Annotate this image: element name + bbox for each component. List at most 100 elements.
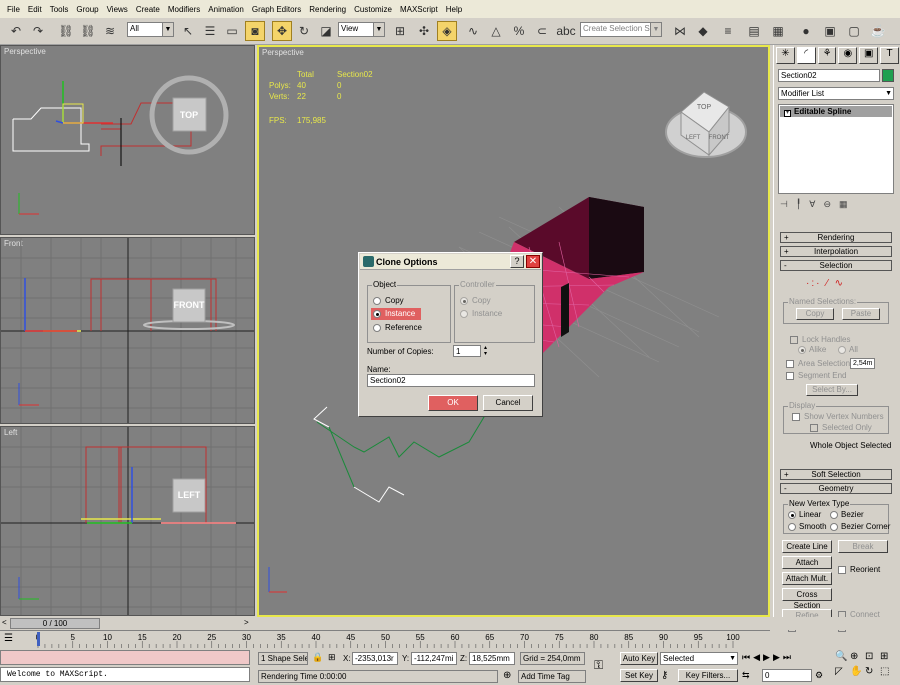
- rollout-soft-selection[interactable]: + Soft Selection: [780, 469, 892, 480]
- alike-radio[interactable]: [798, 346, 806, 354]
- z-coord-field[interactable]: 18,525mm: [469, 652, 515, 665]
- named-selection-input[interactable]: Create Selection Se ▼: [580, 22, 662, 37]
- pin-stack-icon[interactable]: ⊣: [780, 199, 788, 213]
- show-end-result-icon[interactable]: ╿: [796, 199, 801, 213]
- spinner-arrows-icon[interactable]: ▴ ▾: [481, 345, 490, 357]
- key-filter-dropdown[interactable]: Selected ▼: [660, 652, 738, 665]
- copies-spinner[interactable]: 1: [453, 345, 481, 357]
- create-tab-icon[interactable]: ✳: [776, 47, 795, 64]
- close-button[interactable]: ✕: [526, 255, 540, 268]
- set-key-mode-icon[interactable]: ⚿: [594, 658, 603, 673]
- percent-snap-icon[interactable]: %: [509, 21, 529, 41]
- smooth-radio[interactable]: [788, 523, 796, 531]
- edit-named-selection-icon[interactable]: abc: [556, 21, 576, 41]
- ok-button[interactable]: OK: [428, 395, 478, 411]
- cross-section-button[interactable]: Cross Section: [782, 588, 832, 610]
- menu-create[interactable]: Create: [132, 5, 164, 14]
- instance-radio[interactable]: [373, 310, 381, 318]
- segment-end-checkbox[interactable]: [786, 372, 794, 380]
- auto-key-button[interactable]: Auto Key: [620, 652, 658, 665]
- menu-graph-editors[interactable]: Graph Editors: [248, 5, 305, 14]
- bind-spacewarp-icon[interactable]: ≋: [100, 21, 120, 41]
- spinner-snap-icon[interactable]: ⊂: [532, 21, 552, 41]
- previous-frame-icon[interactable]: ◀: [753, 652, 760, 663]
- lock-selection-icon[interactable]: 🔒: [312, 652, 323, 663]
- snaps-3d-icon[interactable]: ∿: [463, 21, 483, 41]
- copy-radio[interactable]: [373, 297, 381, 305]
- motion-tab-icon[interactable]: ◉: [838, 47, 858, 64]
- play-icon[interactable]: ▶: [763, 652, 770, 663]
- time-cursor[interactable]: [37, 632, 40, 646]
- menu-group[interactable]: Group: [72, 5, 102, 14]
- go-to-start-icon[interactable]: ⏮: [742, 652, 750, 663]
- curve-editor-icon[interactable]: ▤: [744, 21, 764, 41]
- utilities-tab-icon[interactable]: T: [880, 47, 899, 64]
- x-coord-field[interactable]: -2353,013r: [352, 652, 398, 665]
- menu-views[interactable]: Views: [103, 5, 132, 14]
- mirror-icon[interactable]: ⋈: [670, 21, 690, 41]
- modify-tab-icon[interactable]: ◜: [796, 47, 816, 64]
- create-line-button[interactable]: Create Line: [782, 540, 832, 553]
- cancel-button[interactable]: Cancel: [483, 395, 533, 411]
- selected-only-checkbox[interactable]: [810, 424, 818, 432]
- window-crossing-icon[interactable]: ◙: [245, 21, 265, 41]
- layer-manager-icon[interactable]: ≡: [718, 21, 738, 41]
- menu-file[interactable]: File: [3, 5, 24, 14]
- key-filters-button[interactable]: Key Filters...: [678, 669, 738, 682]
- controller-instance-radio[interactable]: [460, 310, 468, 318]
- modifier-list-dropdown[interactable]: Modifier List ▼: [778, 87, 894, 100]
- display-tab-icon[interactable]: ▣: [859, 47, 879, 64]
- rollout-selection[interactable]: - Selection: [780, 260, 892, 271]
- link-icon[interactable]: ⛓: [56, 21, 76, 41]
- make-unique-icon[interactable]: ∀: [809, 199, 815, 213]
- y-coord-field[interactable]: -112,247mi: [411, 652, 457, 665]
- configure-sets-icon[interactable]: ▦: [839, 199, 848, 213]
- break-button[interactable]: Break: [838, 540, 888, 553]
- material-editor-icon[interactable]: ●: [796, 21, 816, 41]
- select-by-name-icon[interactable]: ☰: [200, 21, 220, 41]
- rollout-geometry[interactable]: - Geometry: [780, 483, 892, 494]
- controller-copy-radio[interactable]: [460, 297, 468, 305]
- menu-modifiers[interactable]: Modifiers: [164, 5, 204, 14]
- angle-snap-icon[interactable]: △: [486, 21, 506, 41]
- current-frame-field[interactable]: 0: [762, 669, 812, 682]
- next-frame-icon[interactable]: ▶: [773, 652, 780, 663]
- paste-selection-button[interactable]: Paste: [842, 308, 880, 320]
- rollout-rendering[interactable]: + Rendering: [780, 232, 892, 243]
- copy-selection-button[interactable]: Copy: [796, 308, 834, 320]
- viewport-front[interactable]: Front FRONT: [0, 237, 255, 424]
- time-config-icon[interactable]: ⚙: [815, 670, 823, 681]
- menu-tools[interactable]: Tools: [46, 5, 73, 14]
- time-tag-icon[interactable]: ⊕: [503, 670, 511, 681]
- select-object-icon[interactable]: ↖: [178, 21, 198, 41]
- orbit-icon[interactable]: ↻: [865, 666, 880, 681]
- bezier-corner-radio[interactable]: [830, 523, 838, 531]
- select-by-button[interactable]: Select By...: [806, 384, 858, 396]
- maximize-viewport-icon[interactable]: ⬚: [880, 666, 895, 681]
- pan-icon[interactable]: ✋: [850, 666, 865, 681]
- menu-maxscript[interactable]: MAXScript: [396, 5, 442, 14]
- absolute-mode-icon[interactable]: ⊞: [328, 652, 336, 663]
- menu-customize[interactable]: Customize: [350, 5, 396, 14]
- rect-selection-icon[interactable]: ▭: [222, 21, 242, 41]
- bezier-radio[interactable]: [830, 511, 838, 519]
- rollout-interpolation[interactable]: + Interpolation: [780, 246, 892, 257]
- select-move-icon[interactable]: ✥: [272, 21, 292, 41]
- undo-icon[interactable]: ↶: [6, 21, 26, 41]
- show-vertex-numbers-checkbox[interactable]: [792, 413, 800, 421]
- area-selection-checkbox[interactable]: [786, 360, 794, 368]
- stack-item[interactable]: + Editable Spline: [780, 106, 892, 117]
- maxscript-listener-top[interactable]: [0, 650, 250, 665]
- time-slider[interactable]: 0 / 100: [10, 618, 100, 629]
- menu-animation[interactable]: Animation: [204, 5, 248, 14]
- track-bar[interactable]: ☰ 05101520253035404550556065707580859095…: [0, 630, 770, 648]
- menu-rendering[interactable]: Rendering: [305, 5, 350, 14]
- menu-edit[interactable]: Edit: [24, 5, 46, 14]
- zoom-extents-all-icon[interactable]: ⊞: [880, 651, 895, 666]
- set-keys-icon[interactable]: ⚷: [661, 670, 668, 681]
- object-name-field[interactable]: Section02: [778, 69, 880, 82]
- schematic-view-icon[interactable]: ▦: [768, 21, 788, 41]
- go-to-end-icon[interactable]: ⏭: [783, 652, 791, 663]
- zoom-all-icon[interactable]: ⊕: [850, 651, 865, 666]
- object-color-swatch[interactable]: [882, 69, 894, 82]
